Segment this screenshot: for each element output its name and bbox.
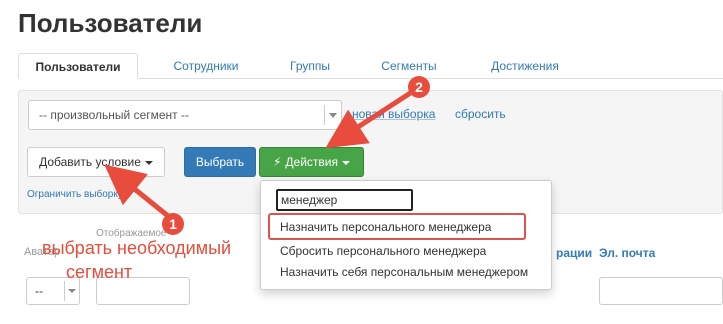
arrow-to-actions <box>325 87 418 149</box>
annotation-badge-2: 2 <box>408 76 430 98</box>
annotation-note-line2: сегмент <box>66 262 133 282</box>
annotation-note-line1: выбрать необходимый <box>42 238 232 258</box>
annotation-badge-1: 1 <box>162 213 184 235</box>
arrow-to-add-condition <box>104 164 171 219</box>
